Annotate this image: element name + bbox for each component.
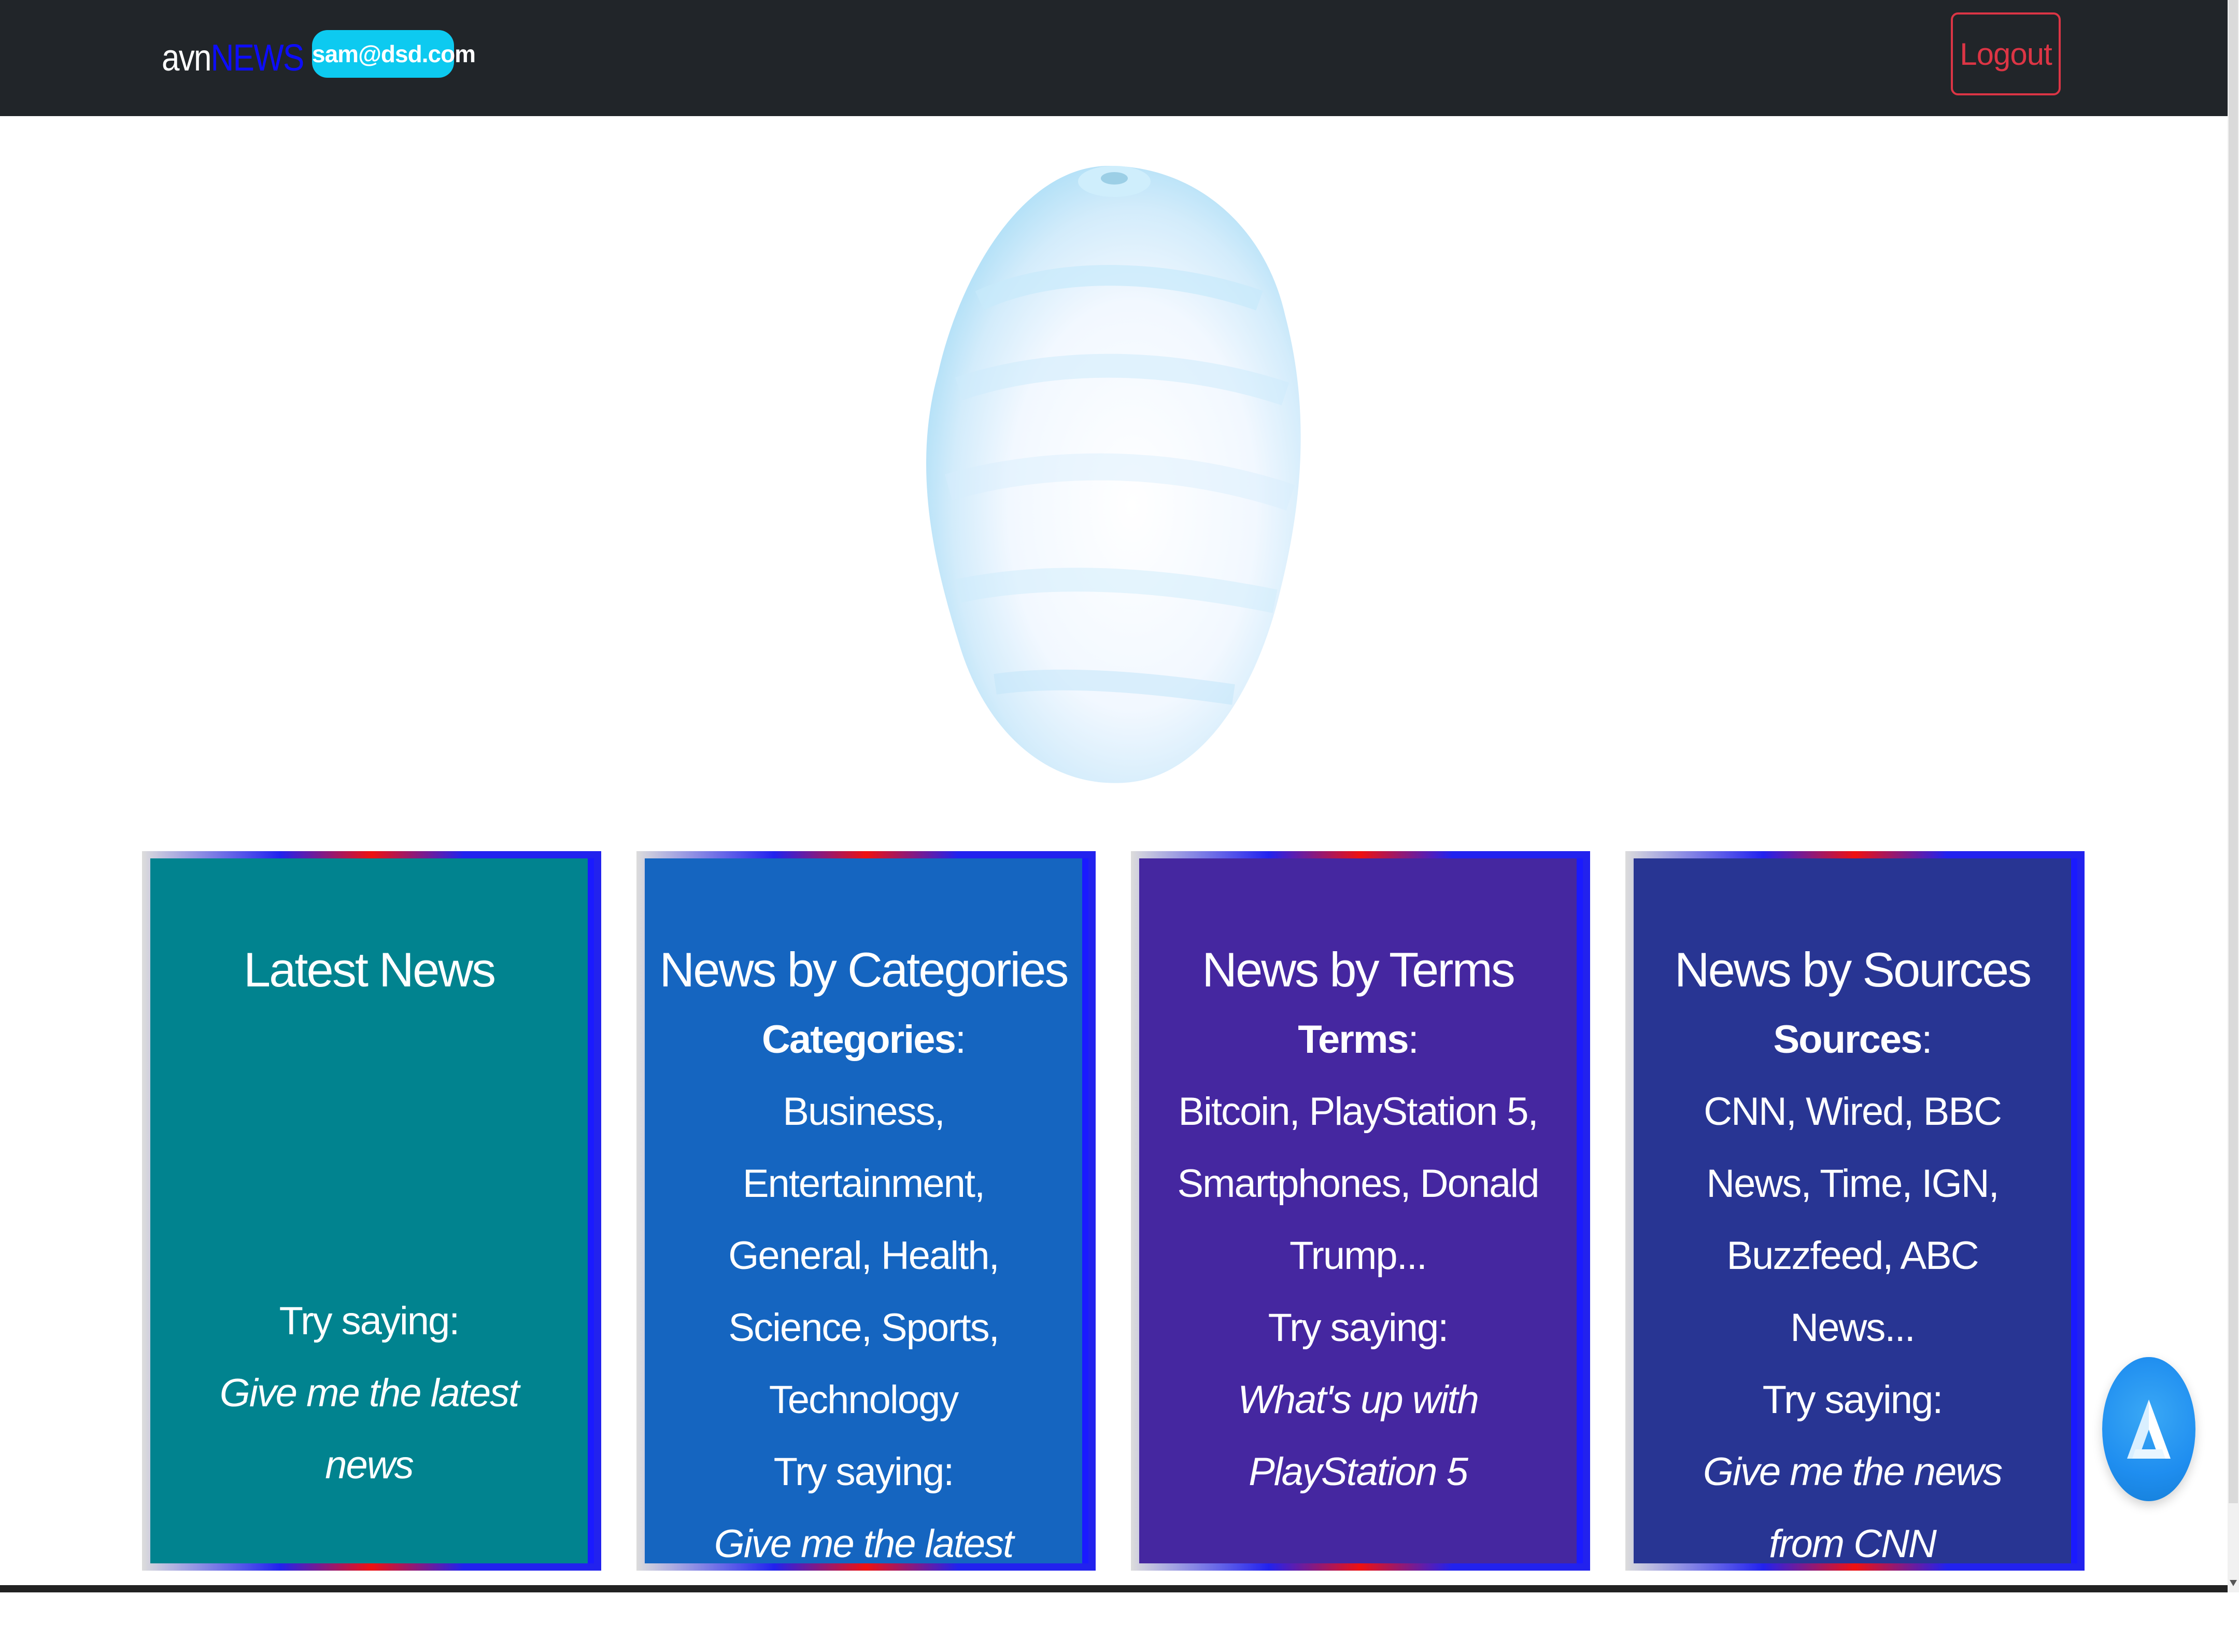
scrollbar-thumb[interactable] <box>2229 0 2238 1503</box>
card-label-colon: : <box>1921 1018 1932 1062</box>
card-title: News by Sources <box>1674 942 2032 997</box>
try-saying-label: Try saying: <box>1762 1378 1944 1422</box>
bottom-edge <box>0 1585 2228 1592</box>
try-saying-label: Try saying: <box>773 1450 955 1494</box>
brand-logo[interactable]: avnNEWS <box>162 33 304 83</box>
card-news-by-terms: News by Terms Terms: Bitcoin, PlayStatio… <box>1131 851 1590 1571</box>
brand-news: NEWS <box>210 37 305 79</box>
hero-blob-icon <box>902 145 1342 819</box>
card-title: News by Categories <box>659 942 1069 997</box>
logout-button[interactable]: Logout <box>1951 12 2061 95</box>
navbar: avnNEWS sam@dsd.com Logout <box>0 0 2228 116</box>
card-latest-news: Latest News Try saying: Give me the late… <box>142 851 601 1571</box>
card-inner-news-by-sources: News by Sources Sources: CNN, Wired, BBC… <box>1633 858 2077 1566</box>
example-phrase: What's up with PlayStation 5 <box>1238 1378 1479 1494</box>
card-inner-news-by-terms: News by Terms Terms: Bitcoin, PlayStatio… <box>1138 858 1583 1563</box>
brand-avn: avn <box>162 37 211 79</box>
card-body: Terms: Bitcoin, PlayStation 5, Smartphon… <box>1170 1004 1546 1508</box>
alan-logo-icon <box>2127 1400 2171 1459</box>
try-saying-label: Try saying: <box>279 1299 460 1343</box>
card-label-colon: : <box>1408 1018 1419 1062</box>
card-items: Business, Entertainment, General, Health… <box>728 1090 999 1422</box>
card-label: Sources <box>1773 1018 1922 1062</box>
card-body: Categories: Business, Entertainment, Gen… <box>676 1004 1051 1652</box>
card-news-by-categories: News by Categories Categories: Business,… <box>636 851 1096 1638</box>
card-items: CNN, Wired, BBC News, Time, IGN, Buzzfee… <box>1704 1090 2002 1350</box>
card-items: Bitcoin, PlayStation 5, Smartphones, Don… <box>1177 1090 1539 1278</box>
example-phrase: Give me the latest Technology news <box>714 1522 1014 1638</box>
card-label-colon: : <box>955 1018 966 1062</box>
card-inner-news-by-categories: News by Categories Categories: Business,… <box>644 858 1088 1638</box>
example-phrase: Give me the latest news <box>219 1371 520 1487</box>
card-title: Latest News <box>243 942 496 997</box>
card-inner-latest-news: Latest News Try saying: Give me the late… <box>149 858 594 1563</box>
card-body: Try saying: Give me the latest news <box>181 1285 557 1501</box>
page-scrollbar[interactable] <box>2228 0 2239 1592</box>
card-title: News by Terms <box>1202 942 1515 997</box>
card-label: Categories <box>762 1018 956 1062</box>
example-phrase: Give me the news from CNN <box>1703 1450 2003 1566</box>
card-body: Sources: CNN, Wired, BBC News, Time, IGN… <box>1665 1004 2040 1580</box>
try-saying-label: Try saying: <box>1268 1306 1449 1350</box>
user-email-badge: sam@dsd.com <box>312 30 476 78</box>
card-news-by-sources: News by Sources Sources: CNN, Wired, BBC… <box>1625 851 2085 1571</box>
card-label: Terms <box>1298 1018 1409 1062</box>
scroll-down-arrow-icon[interactable] <box>2230 1580 2237 1586</box>
alan-voice-button[interactable] <box>2102 1357 2195 1501</box>
